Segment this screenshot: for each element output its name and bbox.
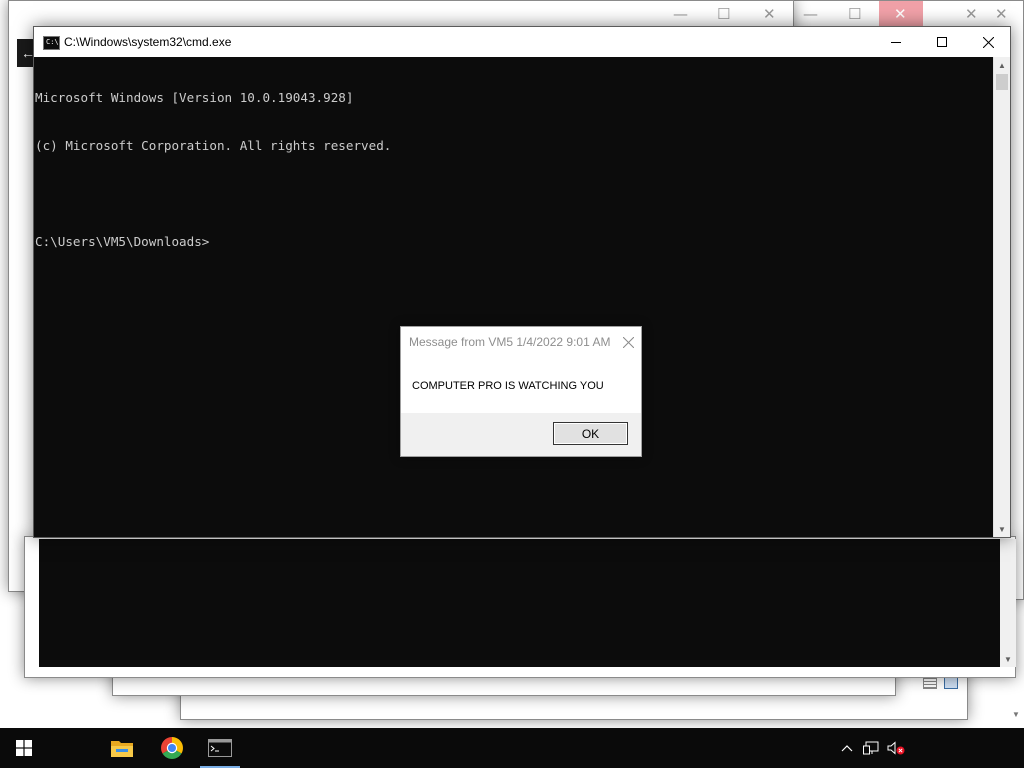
maximize-icon[interactable]: ☐ — [848, 7, 861, 22]
file-explorer-icon — [111, 741, 133, 757]
scroll-down-icon[interactable]: ▼ — [994, 521, 1010, 537]
close-icon[interactable]: ✕ — [965, 7, 978, 22]
volume-button[interactable] — [884, 728, 908, 768]
console-line: Microsoft Windows [Version 10.0.19043.92… — [35, 90, 354, 105]
command-prompt-icon[interactable]: C:\ — [43, 36, 60, 50]
background-console-scrollbar[interactable]: ▼ — [1000, 539, 1016, 667]
minimize-icon[interactable]: — — [673, 7, 688, 22]
taskbar-file-explorer[interactable] — [98, 728, 146, 768]
scroll-thumb[interactable] — [996, 74, 1008, 90]
dialog-title: Message from VM5 1/4/2022 9:01 AM — [409, 335, 611, 349]
view-preview-icon[interactable] — [944, 677, 958, 689]
ok-button[interactable]: OK — [553, 422, 628, 445]
taskbar — [0, 728, 1024, 768]
scroll-down-icon[interactable]: ▼ — [1000, 651, 1016, 667]
maximize-icon — [937, 37, 947, 47]
dialog-message: COMPUTER PRO IS WATCHING YOU — [412, 380, 604, 392]
background-console-window: ▼ — [24, 536, 1016, 678]
dialog-footer: OK — [401, 413, 641, 456]
minimize-icon[interactable]: — — [803, 7, 818, 22]
taskbar-command-prompt[interactable] — [196, 728, 244, 768]
dialog-close-button[interactable] — [619, 333, 637, 351]
close-icon[interactable]: ✕ — [894, 7, 907, 22]
start-button[interactable] — [0, 728, 48, 768]
minimize-button[interactable] — [873, 27, 919, 57]
chevron-up-icon — [841, 745, 853, 752]
maximize-button[interactable] — [919, 27, 965, 57]
background-console-area — [39, 539, 1000, 667]
icon-glyph: C:\ — [46, 38, 59, 46]
vertical-scrollbar[interactable]: ▲ ▼ — [993, 57, 1010, 537]
close-icon — [622, 336, 634, 348]
chrome-icon — [161, 737, 183, 759]
command-prompt-icon — [208, 739, 232, 757]
close-icon[interactable]: ✕ — [995, 7, 1008, 22]
message-dialog[interactable]: Message from VM5 1/4/2022 9:01 AM COMPUT… — [400, 326, 642, 457]
console-prompt: C:\Users\VM5\Downloads> — [35, 234, 210, 249]
console-line: (c) Microsoft Corporation. All rights re… — [35, 138, 392, 153]
desktop-edge-scroll-indicator: ▼ — [1012, 710, 1020, 719]
close-icon[interactable]: ✕ — [763, 7, 776, 22]
taskbar-chrome[interactable] — [148, 728, 196, 768]
minimize-icon — [891, 42, 901, 43]
show-hidden-icons-button[interactable] — [836, 728, 858, 768]
window-title: C:\Windows\system32\cmd.exe — [64, 35, 232, 49]
volume-muted-icon — [887, 741, 905, 755]
view-details-icon[interactable] — [923, 677, 937, 689]
network-icon — [863, 741, 879, 755]
console-output[interactable]: Microsoft Windows [Version 10.0.19043.92… — [34, 57, 995, 537]
network-button[interactable] — [860, 728, 882, 768]
close-button[interactable] — [965, 27, 1011, 57]
start-windows-icon — [16, 740, 32, 756]
cmd-title-bar[interactable]: C:\ C:\Windows\system32\cmd.exe — [34, 27, 1010, 57]
maximize-icon[interactable]: ☐ — [717, 7, 730, 22]
scroll-up-icon[interactable]: ▲ — [994, 57, 1010, 73]
close-icon — [982, 36, 994, 48]
cmd-window[interactable]: C:\ C:\Windows\system32\cmd.exe Microsof… — [33, 26, 1011, 538]
